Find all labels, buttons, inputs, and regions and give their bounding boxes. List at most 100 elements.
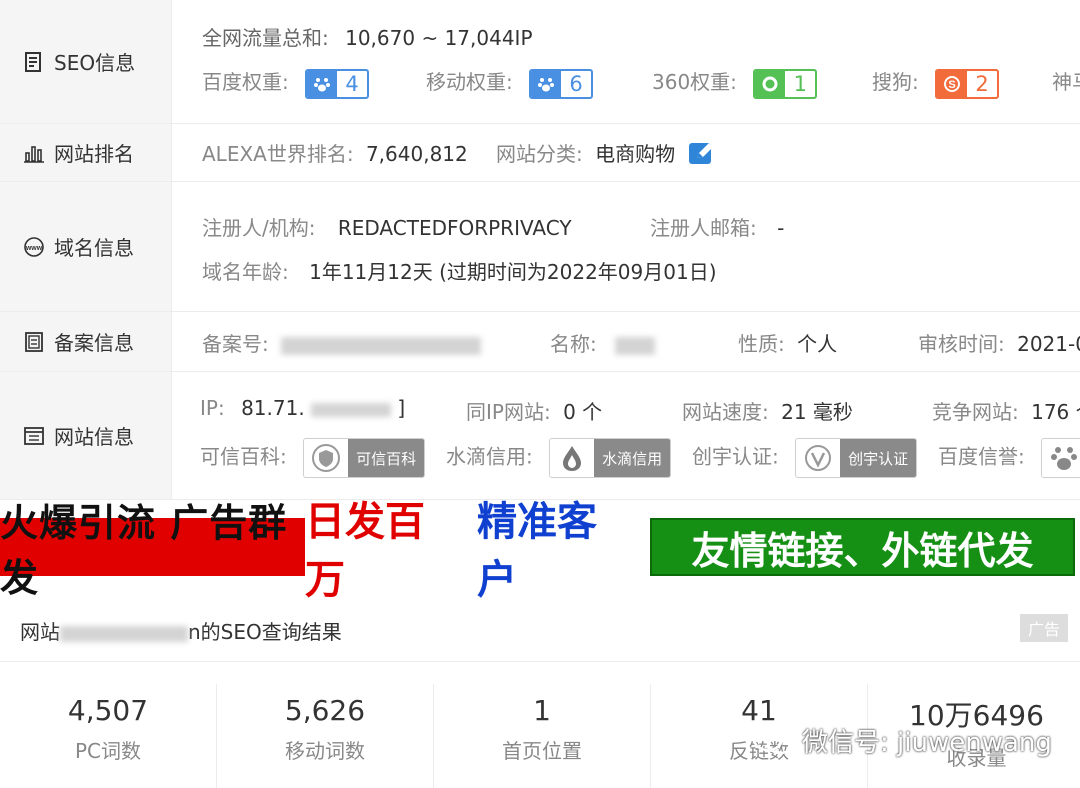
site-speed-label: 网站速度: [682,400,769,424]
shuidi-badge[interactable]: 水滴信用 [549,438,672,478]
competing-value: 176 个 [1031,400,1080,424]
360-weight-value: 1 [785,71,816,96]
water-drop-icon [550,439,594,477]
shuidi-badge-text: 水滴信用 [594,439,671,477]
baidu-weight-label: 百度权重: [202,70,289,94]
cert-shuidi[interactable]: 水滴信用: 水滴信用 [446,438,672,478]
competing-label: 竞争网站: [932,400,1019,424]
seo-info-panel: SEO信息 全网流量总和: 10,670 ~ 17,044IP 百度权重: 4 … [0,0,1080,500]
browser-window-icon [22,424,46,448]
icp-name: 名称: [550,328,656,357]
registrant-value: REDACTEDFORPRIVACY [337,216,572,240]
site-info-label: 网站信息 [0,372,172,499]
rank-row: 网站排名 ALEXA世界排名: 7,640,812 网站分类: 电商购物 [0,124,1080,182]
ad-banner-customers[interactable]: 日发百万 精准客户 [305,499,635,603]
icp-nature: 性质: 个人 [738,328,837,357]
360-weight-label: 360权重: [652,70,737,94]
site-speed-value: 21 毫秒 [781,400,853,424]
cert-chuangyu-label: 创宇认证: [692,444,779,469]
360-weight[interactable]: 360权重: 1 [652,66,818,99]
same-ip-sites[interactable]: 同IP网站: 0 个 [466,396,602,425]
cert-baidu-credit-label: 百度信誉: [938,444,1025,469]
rank-title: 网站排名 [54,142,134,166]
ip-value: 81.71. [241,396,305,420]
result-title-prefix: 网站 [20,620,60,644]
shenma-weight[interactable]: 神马 [1052,66,1080,95]
stat-mobile-keywords[interactable]: 5,626 移动词数 [217,684,434,788]
redacted-icp-number [281,336,482,355]
baidu-paw-icon [531,70,562,97]
www-globe-icon: www [22,235,46,259]
domain-age-value: 1年11月12天 (过期时间为2022年09月01日) [309,260,717,284]
site-category: 网站分类: 电商购物 [496,138,717,171]
icp-audit-value: 2021-0 [1017,332,1080,356]
seo-result-header: 网站 n的SEO查询结果 广告 [0,596,1080,662]
wechat-watermark: 微信号: jiuwenwang [752,722,1052,759]
stat-homepage-position[interactable]: 1 首页位置 [434,684,651,788]
alexa-rank: ALEXA世界排名: 7,640,812 [202,138,468,167]
icp-number-label: 备案号: [202,332,269,356]
icp-row: 备案信息 备案号: 名称: 性质: 个人 审核时间: 2021-0 [0,312,1080,372]
alexa-rank-label: ALEXA世界排名: [202,142,354,166]
icp-label: 备案信息 [0,312,172,371]
sogou-weight-value: 2 [967,71,998,96]
icp-number: 备案号: [202,328,482,357]
360-weight-badge[interactable]: 1 [753,68,818,99]
sogou-weight-badge[interactable]: S 2 [935,68,1000,99]
registrant-label: 注册人/机构: [202,216,316,240]
stat-pc-keywords-label: PC词数 [74,739,142,763]
svg-text:S: S [948,79,955,91]
stat-homepage-position-label: 首页位置 [502,739,582,763]
record-icon [22,330,46,354]
cert-kexin-label: 可信百科: [200,444,287,469]
shield-seal-icon [304,439,348,477]
cert-baidu-credit[interactable]: 百度信誉: [938,438,1080,478]
competing-sites[interactable]: 竞争网站: 176 个 [932,396,1080,425]
domain-title: 域名信息 [54,236,134,260]
domain-label: www 域名信息 [0,182,172,311]
stat-mobile-keywords-value: 5,626 [284,694,366,727]
cert-chuangyu[interactable]: 创宇认证: 创宇认证 [692,438,918,478]
same-ip-label: 同IP网站: [466,400,551,424]
shenma-weight-label: 神马 [1052,70,1080,94]
domain-age-label: 域名年龄: [202,260,289,284]
traffic-label: 全网流量总和: [202,26,329,50]
kexin-badge-text: 可信百科 [348,439,425,477]
seo-info-label: SEO信息 [0,0,172,123]
redacted-domain [60,625,188,642]
mobile-weight[interactable]: 移动权重: 6 [426,66,594,99]
alexa-rank-value: 7,640,812 [365,142,468,166]
ip-address: IP: 81.71. ] [200,396,405,420]
cert-kexin[interactable]: 可信百科: 可信百科 [200,438,426,478]
rank-label: 网站排名 [0,124,172,181]
document-icon [22,50,46,74]
traffic-line: 全网流量总和: 10,670 ~ 17,044IP [202,22,533,51]
mobile-weight-value: 6 [561,71,592,96]
baidu-weight-badge[interactable]: 4 [305,68,370,99]
ad-tag: 广告 [1019,614,1068,642]
ad-banner-traffic[interactable]: 火爆引流 广告群发 [0,501,305,600]
ad2-part1: 日发百万 [305,499,425,603]
stat-mobile-keywords-label: 移动词数 [285,739,365,763]
stat-homepage-position-value: 1 [533,694,551,727]
redacted-icp-name [615,336,656,355]
traffic-value: 10,670 ~ 17,044IP [345,26,533,50]
site-info-title: 网站信息 [54,425,134,449]
baidu-credit-badge[interactable] [1041,438,1080,478]
same-ip-value: 0 个 [563,400,603,424]
icp-audit-time: 审核时间: 2021-0 [918,328,1080,357]
baidu-paw-icon [1042,439,1080,477]
baidu-weight[interactable]: 百度权重: 4 [202,66,370,99]
360-logo-icon [755,70,786,97]
mobile-weight-badge[interactable]: 6 [529,68,594,99]
kexin-badge[interactable]: 可信百科 [303,438,426,478]
sogou-weight[interactable]: 搜狗: S 2 [872,66,1000,99]
edit-icon[interactable] [687,140,717,171]
icp-audit-label: 审核时间: [918,332,1005,356]
icp-nature-value: 个人 [797,332,838,356]
registrant-email: 注册人邮箱: - [650,212,784,241]
domain-row: www 域名信息 注册人/机构: REDACTEDFORPRIVACY 注册人邮… [0,182,1080,312]
ad-banner-links[interactable]: 友情链接、外链代发 [650,518,1075,576]
stat-pc-keywords[interactable]: 4,507 PC词数 [0,684,217,788]
chuangyu-badge[interactable]: 创宇认证 [795,438,918,478]
